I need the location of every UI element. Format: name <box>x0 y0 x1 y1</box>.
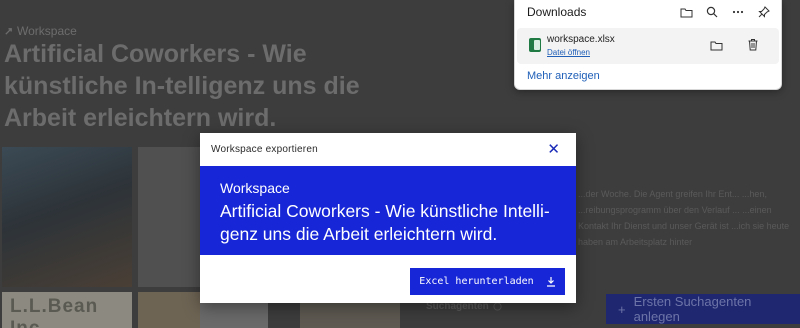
create-search-agent-button[interactable]: + Ersten Suchagenten anlegen <box>606 294 800 324</box>
create-search-agent-label: Ersten Suchagenten anlegen <box>633 294 752 324</box>
downloads-panel: Downloads workspace.xlsx Datei öffnen Me… <box>514 0 782 90</box>
workspace-banner: Workspace Artificial Coworkers - Wie kün… <box>200 166 576 255</box>
thumbnail-image[interactable] <box>2 147 132 287</box>
breadcrumb-label[interactable]: Workspace <box>17 24 77 38</box>
thumbnail-image[interactable] <box>138 292 200 328</box>
pin-icon[interactable] <box>757 5 771 19</box>
workspace-label: Workspace <box>220 180 290 196</box>
thumbnail-image[interactable] <box>300 303 400 328</box>
workspace-name: Artificial Coworkers - Wie künstliche In… <box>220 201 550 244</box>
thumbnail-image[interactable]: L.L.Bean Inc. <box>2 292 132 328</box>
dialog-header: Workspace exportieren ✕ <box>200 133 576 166</box>
more-icon[interactable] <box>731 5 745 19</box>
export-dialog: Workspace exportieren ✕ Workspace Artifi… <box>200 133 576 303</box>
breadcrumb: Workspace <box>4 24 77 38</box>
download-file-name: workspace.xlsx <box>547 34 615 45</box>
downloads-header: Downloads <box>515 0 781 24</box>
downloads-toolbar <box>679 5 771 19</box>
search-icon[interactable] <box>705 5 719 19</box>
plus-icon: + <box>618 301 626 317</box>
close-icon[interactable]: ✕ <box>547 142 560 157</box>
page-title: Artificial Coworkers - Wie künstliche In… <box>4 40 360 132</box>
pin-icon <box>5 27 12 35</box>
excel-file-icon <box>529 38 541 52</box>
folder-icon[interactable] <box>709 38 723 52</box>
downloads-title: Downloads <box>527 5 587 19</box>
thumbnail-image[interactable] <box>138 147 200 287</box>
description-text: ...der Woche. Die Agent greifen Ihr Ent.… <box>578 189 790 247</box>
download-excel-label: Excel herunterladen <box>419 276 534 287</box>
download-item[interactable]: workspace.xlsx Datei öffnen <box>517 28 779 64</box>
open-file-link[interactable]: Datei öffnen <box>547 48 590 57</box>
folder-icon[interactable] <box>679 5 693 19</box>
download-icon <box>546 277 555 287</box>
thumbnail-text: L.L.Bean Inc. <box>10 296 99 328</box>
download-excel-button[interactable]: Excel herunterladen <box>410 268 565 295</box>
trash-icon[interactable] <box>746 37 760 51</box>
dialog-title: Workspace exportieren <box>211 144 318 155</box>
info-icon[interactable] <box>493 302 502 311</box>
thumbnail-image[interactable] <box>200 303 268 328</box>
show-more-link[interactable]: Mehr anzeigen <box>527 70 600 82</box>
